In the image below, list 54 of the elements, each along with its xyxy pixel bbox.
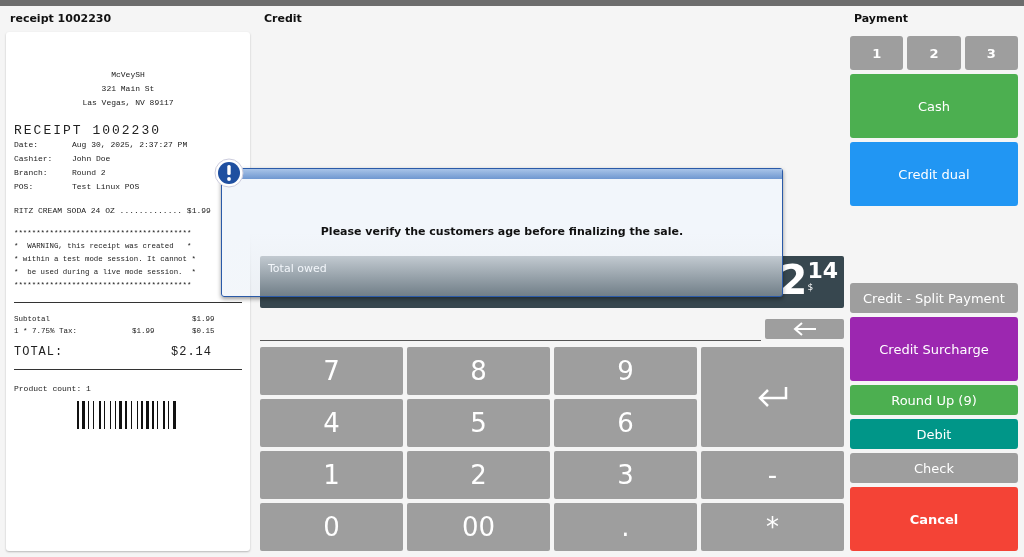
keypad-key[interactable]: 3 <box>554 451 697 499</box>
store-address-line: McVeySH <box>110 69 146 81</box>
enter-icon <box>756 386 789 408</box>
field-value: Test Linux POS <box>72 181 140 193</box>
alert-message: Please verify the customers age before finalizing the sale. <box>319 225 685 238</box>
split-count-button[interactable]: 2 <box>907 36 961 70</box>
keypad-key[interactable]: 8 <box>407 347 550 395</box>
payment-method-button[interactable]: Cash <box>850 74 1018 138</box>
field-value: John Doe <box>72 153 111 165</box>
keypad-key[interactable]: - <box>701 451 844 499</box>
keypad-key[interactable]: 7 <box>260 347 403 395</box>
payment-method-button[interactable]: Credit - Split Payment <box>850 283 1018 313</box>
barcode-icon <box>77 401 179 429</box>
payment-method-button[interactable]: Credit Surcharge <box>850 317 1018 381</box>
field-value: Round 2 <box>72 167 106 179</box>
keypad-key[interactable]: 2 <box>407 451 550 499</box>
keypad-key[interactable]: 00 <box>407 503 550 551</box>
currency-sign: $ <box>807 282 815 292</box>
payment-method-button[interactable]: Round Up (9) <box>850 385 1018 415</box>
keypad-key[interactable]: . <box>554 503 697 551</box>
keypad-key[interactable]: 1 <box>260 451 403 499</box>
field-label: POS: <box>14 181 35 193</box>
total-owed-label: Total owed <box>267 261 328 277</box>
keypad-key[interactable]: 4 <box>260 399 403 447</box>
keypad-key[interactable]: 6 <box>554 399 697 447</box>
field-value: Aug 30, 2025, 2:37:27 PM <box>72 139 188 151</box>
split-count-button[interactable]: 1 <box>850 36 904 70</box>
total-cents: 14 <box>807 260 838 282</box>
store-address-line: 321 Main St <box>100 83 156 95</box>
payment-method-button[interactable]: Check <box>850 453 1018 483</box>
payment-method-button[interactable]: Cancel <box>850 487 1018 551</box>
panel-title: receipt 1002230 <box>9 12 113 27</box>
backspace-button[interactable] <box>765 318 844 339</box>
split-count-button[interactable]: 3 <box>964 36 1018 70</box>
field-label: Cashier: <box>14 153 54 165</box>
total-label: TOTAL: <box>14 345 64 359</box>
total-value: $2.14 <box>171 345 212 359</box>
store-address-line: Las Vegas, NV 89117 <box>81 97 175 109</box>
payment-method-button[interactable]: Credit dual <box>850 142 1018 206</box>
left-arrow-icon <box>792 321 817 336</box>
field-label: Branch: <box>14 167 49 179</box>
field-label: Date: <box>14 139 39 151</box>
panel-title: Payment <box>853 12 910 27</box>
payment-method-button[interactable]: Debit <box>850 419 1018 449</box>
keypad-key[interactable]: * <box>701 503 844 551</box>
line-item: RITZ CREAM SODA 24 OZ ............. $1.99 <box>14 206 212 215</box>
keypad-key[interactable]: 9 <box>554 347 697 395</box>
keypad-key[interactable]: 5 <box>407 399 550 447</box>
keypad-key[interactable]: 0 <box>260 503 403 551</box>
panel-title: Credit <box>263 12 303 27</box>
total-whole: 2 <box>779 260 808 300</box>
exclamation-icon <box>214 158 244 188</box>
product-count: Product count: 1 <box>14 384 92 393</box>
receipt-heading: RECEIPT 1002230 <box>14 124 163 138</box>
